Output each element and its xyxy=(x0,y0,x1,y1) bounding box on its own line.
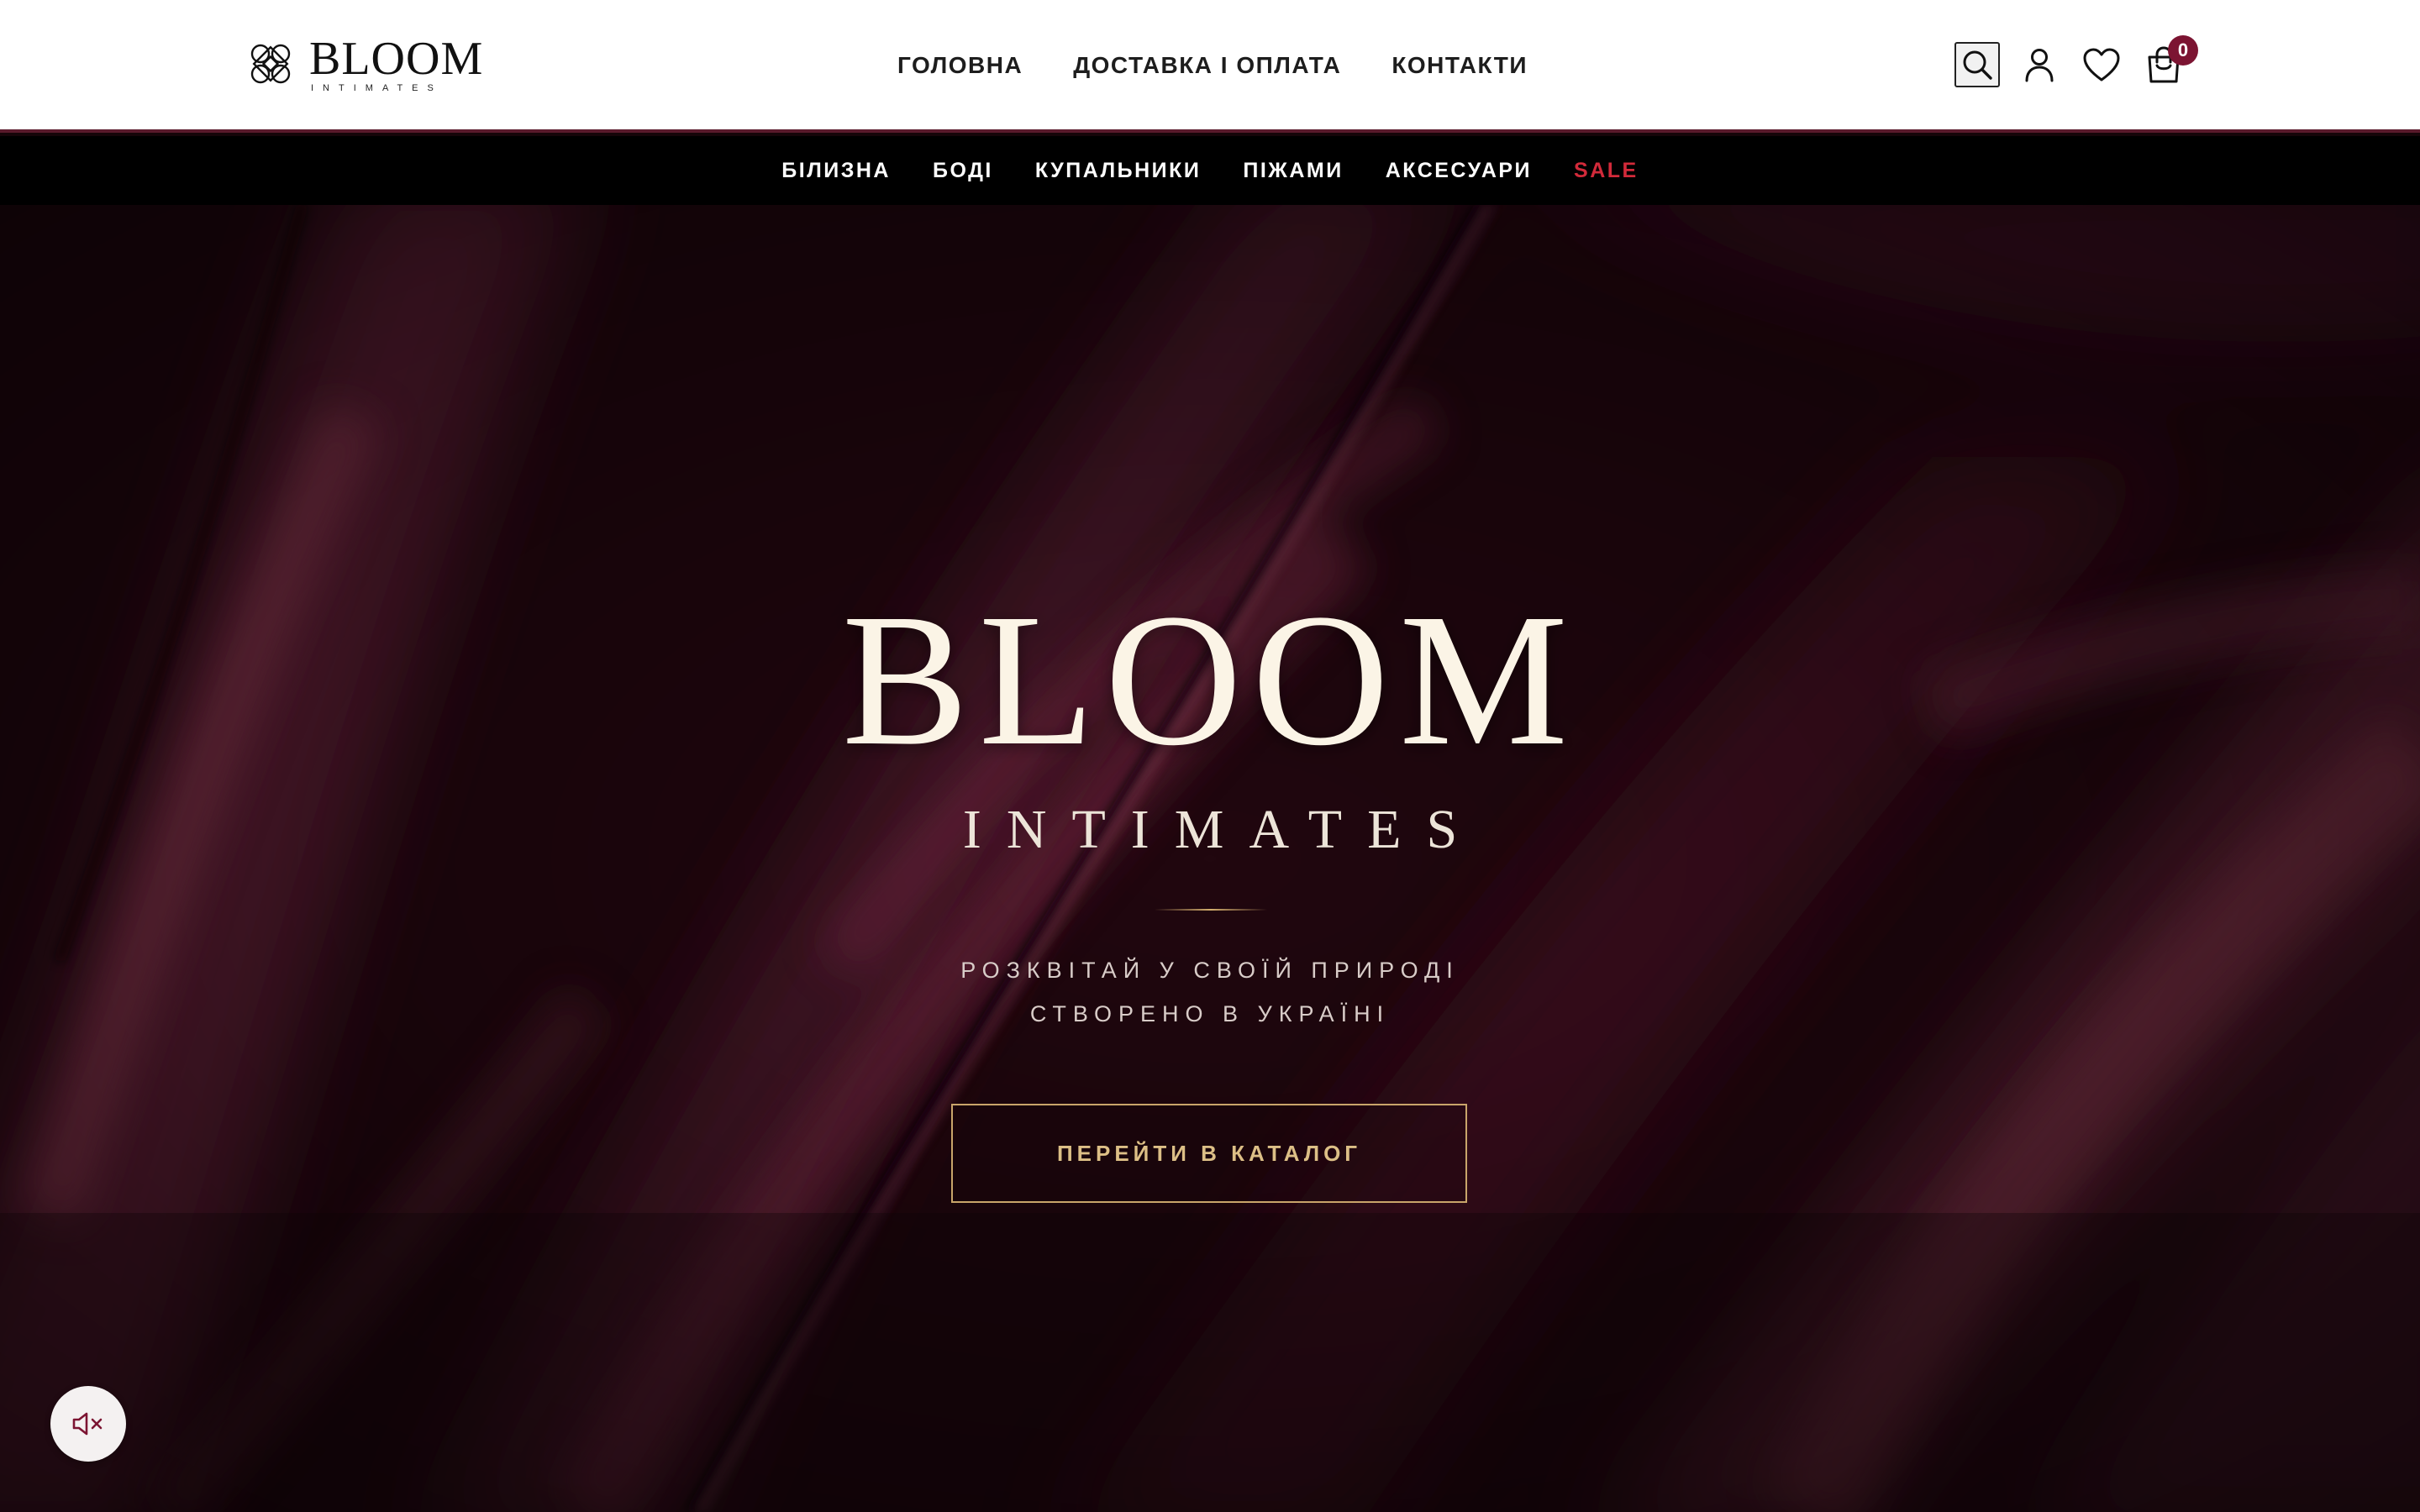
hero-tagline: РОЗКВІТАЙ У СВОЇЙ ПРИРОДІ xyxy=(960,958,1460,983)
category-accessories[interactable]: АКСЕСУАРИ xyxy=(1386,159,1532,183)
hero-origin-note: СТВОРЕНО В УКРАЇНІ xyxy=(1029,1001,1391,1026)
catalog-button[interactable]: ПЕРЕЙТИ В КАТАЛОГ xyxy=(951,1104,1467,1203)
logo-wordmark: BLOOM xyxy=(309,32,484,85)
hero-subtitle: INTIMATES xyxy=(962,799,1483,860)
category-lingerie[interactable]: БІЛИЗНА xyxy=(781,159,891,183)
site-header: BLOOM INTIMATES ГОЛОВНА ДОСТАВКА І ОПЛАТ… xyxy=(0,0,2420,133)
category-bodysuits[interactable]: БОДІ xyxy=(933,159,993,183)
hero-title: BLOOM xyxy=(841,575,1579,785)
category-swimwear[interactable]: КУПАЛЬНИКИ xyxy=(1035,159,1202,183)
account-button[interactable] xyxy=(2017,42,2062,87)
user-icon xyxy=(2025,49,2054,82)
category-bar: БІЛИЗНА БОДІ КУПАЛЬНИКИ ПІЖАМИ АКСЕСУАРИ… xyxy=(0,136,2420,205)
cart-button[interactable]: 0 xyxy=(2141,35,2198,87)
sound-toggle-button[interactable] xyxy=(50,1386,126,1462)
hero-divider xyxy=(1155,909,1267,911)
nav-home[interactable]: ГОЛОВНА xyxy=(897,52,1023,79)
cart-count-badge: 0 xyxy=(2168,35,2198,66)
logo-mark-icon xyxy=(250,44,291,84)
header-actions: 0 xyxy=(1954,35,2198,87)
hero-content: BLOOM INTIMATES РОЗКВІТАЙ У СВОЇЙ ПРИРОД… xyxy=(0,205,2420,1512)
logo[interactable]: BLOOM INTIMATES xyxy=(244,34,483,94)
logo-text: BLOOM INTIMATES xyxy=(309,35,483,93)
wishlist-button[interactable] xyxy=(2079,42,2124,87)
nav-delivery-payment[interactable]: ДОСТАВКА І ОПЛАТА xyxy=(1073,52,1341,79)
logo-subtitle: INTIMATES xyxy=(311,82,443,93)
category-sale[interactable]: SALE xyxy=(1574,159,1639,183)
nav-contacts[interactable]: КОНТАКТИ xyxy=(1392,52,1528,79)
heart-icon xyxy=(2083,48,2120,81)
category-list: БІЛИЗНА БОДІ КУПАЛЬНИКИ ПІЖАМИ АКСЕСУАРИ… xyxy=(781,159,1638,183)
hero-banner: BLOOM INTIMATES РОЗКВІТАЙ У СВОЇЙ ПРИРОД… xyxy=(0,205,2420,1512)
page: BLOOM INTIMATES ГОЛОВНА ДОСТАВКА І ОПЛАТ… xyxy=(0,0,2420,1512)
speaker-muted-icon xyxy=(72,1412,103,1436)
main-nav: ГОЛОВНА ДОСТАВКА І ОПЛАТА КОНТАКТИ xyxy=(897,52,1528,79)
search-icon xyxy=(1963,50,1992,80)
category-pajamas[interactable]: ПІЖАМИ xyxy=(1243,159,1343,183)
search-button[interactable] xyxy=(1954,42,2000,87)
